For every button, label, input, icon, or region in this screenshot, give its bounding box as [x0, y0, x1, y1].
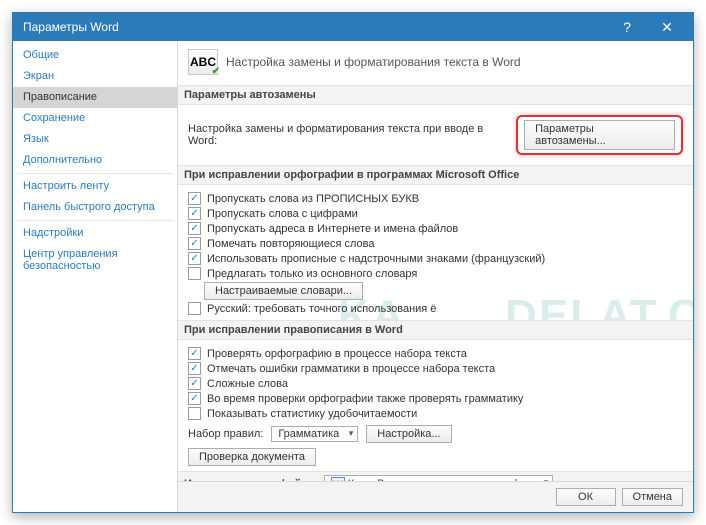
checkbox-label: Русский: требовать точного использования… — [207, 303, 436, 315]
checkbox-row: ✓ Сложные слова — [188, 376, 683, 391]
autocorrect-desc: Настройка замены и форматирования текста… — [188, 123, 508, 147]
sidebar-item-save[interactable]: Сохранение — [13, 108, 177, 129]
cancel-button[interactable]: Отмена — [622, 488, 683, 506]
window-title: Параметры Word — [23, 20, 607, 34]
checkbox-label: Показывать статистику удобочитаемости — [207, 408, 417, 420]
page-title: Настройка замены и форматирования текста… — [226, 55, 521, 69]
sidebar-item-addins[interactable]: Надстройки — [13, 223, 177, 244]
sidebar-item-customize-ribbon[interactable]: Настроить ленту — [13, 176, 177, 197]
checkbox-label: Во время проверки орфографии также прове… — [207, 393, 523, 405]
exceptions-file-select[interactable]: W Как в Ворде поставить кавычки.docx — [324, 475, 554, 481]
sidebar-item-advanced[interactable]: Дополнительно — [13, 150, 177, 171]
checkbox-russian-yo[interactable] — [188, 302, 201, 315]
checkbox-row: ✓ Пропускать слова из ПРОПИСНЫХ БУКВ — [188, 191, 683, 206]
checkbox[interactable]: ✓ — [188, 207, 201, 220]
checkbox[interactable]: ✓ — [188, 347, 201, 360]
custom-dictionaries-button[interactable]: Настраиваемые словари... — [204, 282, 363, 300]
checkbox-label: Отмечать ошибки грамматики в процессе на… — [207, 363, 495, 375]
sidebar-item-language[interactable]: Язык — [13, 129, 177, 150]
checkbox-row: ✓ Использовать прописные с надстрочными з… — [188, 251, 683, 266]
main-panel: KA DELAT.ORG ABC ✔ Настройка замены и фо… — [178, 41, 693, 512]
checkbox[interactable] — [188, 407, 201, 420]
checkbox[interactable]: ✓ — [188, 222, 201, 235]
checkbox[interactable]: ✓ — [188, 192, 201, 205]
highlight-ring: Параметры автозамены... — [516, 115, 683, 155]
section-spelling-word-title: При исправлении правописания в Word — [178, 320, 693, 340]
document-icon: W — [331, 477, 345, 481]
checkbox-row: ✓ Пропускать слова с цифрами — [188, 206, 683, 221]
footer: ОК Отмена — [178, 481, 693, 512]
checkbox-row: ✓ Помечать повторяющиеся слова — [188, 236, 683, 251]
checkbox-label: Пропускать слова из ПРОПИСНЫХ БУКВ — [207, 193, 419, 205]
checkbox-label: Предлагать только из основного словаря — [207, 268, 417, 280]
close-button[interactable]: ✕ — [647, 13, 687, 41]
autocorrect-options-button[interactable]: Параметры автозамены... — [524, 120, 675, 150]
dialog-window: Параметры Word ? ✕ Общие Экран Правописа… — [12, 12, 694, 513]
dialog-body: Общие Экран Правописание Сохранение Язык… — [13, 41, 693, 512]
checkbox-row: ✓ Отмечать ошибки грамматики в процессе н… — [188, 361, 683, 376]
section-spelling-office-title: При исправлении орфографии в программах … — [178, 165, 693, 185]
separator — [17, 220, 173, 221]
sidebar-item-trust-center[interactable]: Центр управления безопасностью — [13, 244, 177, 277]
checkbox[interactable]: ✓ — [188, 377, 201, 390]
checkbox[interactable]: ✓ — [188, 392, 201, 405]
checkbox[interactable] — [188, 267, 201, 280]
section-autocorrect-title: Параметры автозамены — [178, 85, 693, 105]
section-exceptions: Исключения для файла: W Как в Ворде пост… — [178, 471, 693, 481]
ruleset-select[interactable]: Грамматика — [271, 426, 358, 442]
sidebar-item-general[interactable]: Общие — [13, 45, 177, 66]
recheck-document-button[interactable]: Проверка документа — [188, 448, 316, 466]
help-button[interactable]: ? — [607, 13, 647, 41]
checkbox-label: Проверять орфографию в процессе набора т… — [207, 348, 467, 360]
ruleset-label: Набор правил: — [188, 428, 263, 440]
checkbox-row: ✓ Пропускать адреса в Интернете и имена ф… — [188, 221, 683, 236]
checkbox-row: ✓ Проверять орфографию в процессе набора … — [188, 346, 683, 361]
ruleset-settings-button[interactable]: Настройка... — [366, 425, 451, 443]
checkbox-label: Помечать повторяющиеся слова — [207, 238, 375, 250]
autocorrect-icon: ABC ✔ — [188, 49, 218, 75]
titlebar: Параметры Word ? ✕ — [13, 13, 693, 41]
checkbox-row: Показывать статистику удобочитаемости — [188, 406, 683, 421]
sidebar-item-display[interactable]: Экран — [13, 66, 177, 87]
checkbox-label: Пропускать слова с цифрами — [207, 208, 358, 220]
check-icon: ✔ — [212, 66, 220, 77]
checkbox[interactable]: ✓ — [188, 362, 201, 375]
page-header: ABC ✔ Настройка замены и форматирования … — [188, 47, 683, 81]
sidebar-item-proofing[interactable]: Правописание — [13, 87, 177, 108]
ok-button[interactable]: ОК — [556, 488, 616, 506]
checkbox-label: Сложные слова — [207, 378, 288, 390]
checkbox-row: Предлагать только из основного словаря — [188, 266, 683, 281]
separator — [17, 173, 173, 174]
checkbox[interactable]: ✓ — [188, 237, 201, 250]
checkbox-row: ✓ Во время проверки орфографии также пров… — [188, 391, 683, 406]
exceptions-label: Исключения для файла: — [184, 478, 318, 481]
sidebar-item-quick-access[interactable]: Панель быстрого доступа — [13, 197, 177, 218]
checkbox-label: Пропускать адреса в Интернете и имена фа… — [207, 223, 458, 235]
sidebar: Общие Экран Правописание Сохранение Язык… — [13, 41, 178, 512]
checkbox-label: Использовать прописные с надстрочными зн… — [207, 253, 545, 265]
checkbox[interactable]: ✓ — [188, 252, 201, 265]
